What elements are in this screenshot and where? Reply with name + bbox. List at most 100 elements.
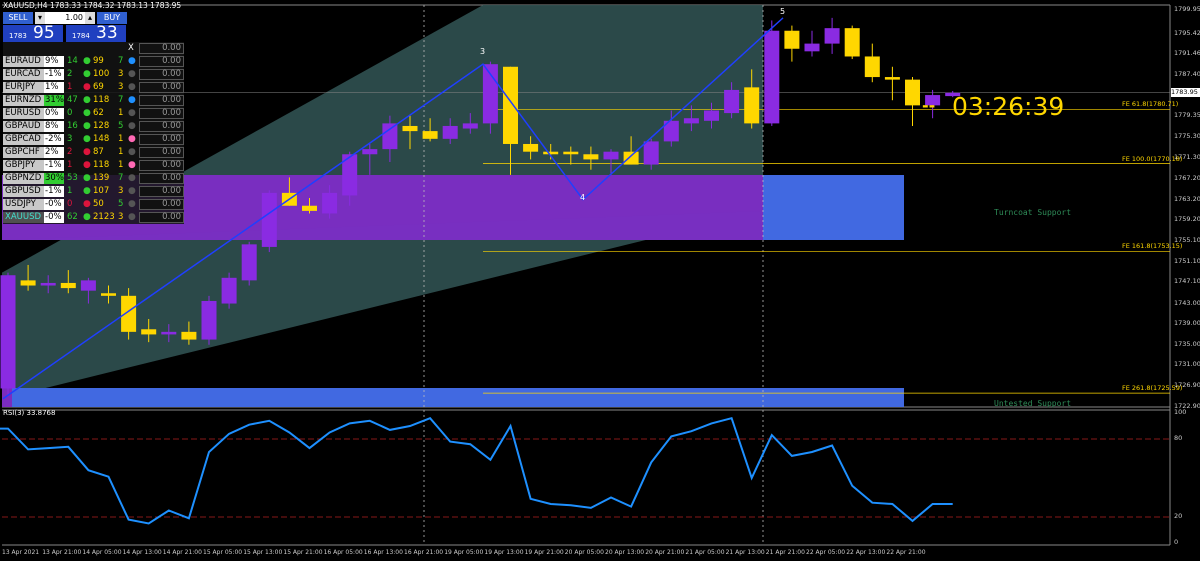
price-axis-label: 1751.10 xyxy=(1174,256,1200,265)
one-click-trading-panel: SELL ▾ 1.00 ▴ BUY 1783 95 1784 33 xyxy=(3,12,184,43)
lot-increase-button[interactable]: ▴ xyxy=(85,12,95,24)
status-dot-icon: ● xyxy=(128,199,136,209)
bear-candle xyxy=(623,151,639,165)
profit-value: 0.00 xyxy=(139,82,184,93)
symbol-row[interactable]: EURJPY 1% 1 ● 69 3 ● 0.00 xyxy=(3,81,184,94)
price-axis-label: 1767.20 xyxy=(1174,173,1200,182)
time-axis-label: 21 Apr 05:00 xyxy=(685,549,725,556)
bear-candle xyxy=(402,125,418,132)
symbol-value-b: 2123 xyxy=(93,212,115,222)
symbol-row[interactable]: GBPJPY -1% 1 ● 118 1 ● 0.00 xyxy=(3,159,184,172)
bear-candle xyxy=(884,77,900,80)
rsi-axis-label: 80 xyxy=(1174,434,1183,442)
bull-candle xyxy=(40,282,56,286)
rsi-axis-label: 100 xyxy=(1174,408,1187,416)
sell-button[interactable]: SELL xyxy=(3,12,33,24)
bull-candle xyxy=(241,244,257,281)
sell-price-big: 95 xyxy=(33,23,55,43)
symbol-value-c: 1 xyxy=(118,160,124,170)
symbol-row[interactable]: X 0.00 xyxy=(3,42,184,55)
wave-label: 5 xyxy=(780,7,786,16)
bear-candle xyxy=(744,87,760,124)
time-axis-label: 16 Apr 05:00 xyxy=(323,549,363,556)
symbol-row[interactable]: GBPUSD -1% 1 ● 107 3 ● 0.00 xyxy=(3,185,184,198)
symbol-value-b: 128 xyxy=(93,121,110,131)
bear-candle xyxy=(101,293,116,296)
symbol-value-a: 16 xyxy=(67,121,78,131)
symbol-strength-pct: -1% xyxy=(44,69,64,80)
turncoat-support-label: Turncoat Support xyxy=(994,208,1072,217)
time-axis-label: 15 Apr 05:00 xyxy=(203,549,243,556)
signal-dot-icon: ● xyxy=(83,82,91,92)
symbol-value-a: 3 xyxy=(67,134,73,144)
wave-label: 4 xyxy=(580,193,586,202)
symbol-value-c: 1 xyxy=(118,108,124,118)
symbol-name: GBPNZD xyxy=(3,173,44,184)
status-dot-icon: ● xyxy=(128,212,136,222)
price-axis-label: 1747.10 xyxy=(1174,277,1200,286)
time-axis-label: 22 Apr 13:00 xyxy=(846,549,886,556)
symbol-row[interactable]: GBPCHF 2% 2 ● 87 1 ● 0.00 xyxy=(3,146,184,159)
price-axis-label: 1787.40 xyxy=(1174,70,1200,78)
price-axis-label: 1763.20 xyxy=(1174,194,1200,203)
bull-candle xyxy=(603,151,619,160)
symbol-value-b: 118 xyxy=(93,160,110,170)
close-all-button[interactable]: X xyxy=(128,43,138,54)
symbol-strength-pct: 30% xyxy=(44,173,64,184)
symbol-value-c: 7 xyxy=(118,95,124,105)
symbol-strength-pct: -1% xyxy=(44,186,64,197)
symbol-row[interactable]: EURNZD 31% 47 ● 118 7 ● 0.00 xyxy=(3,94,184,107)
bear-candle xyxy=(121,295,137,332)
price-axis-label: 1731.00 xyxy=(1174,360,1200,369)
profit-value: 0.00 xyxy=(139,186,184,197)
symbol-row[interactable]: EURCAD -1% 2 ● 100 3 ● 0.00 xyxy=(3,68,184,81)
symbol-row[interactable]: GBPNZD 30% 53 ● 139 7 ● 0.00 xyxy=(3,172,184,185)
bear-candle xyxy=(302,205,317,211)
symbol-value-c: 3 xyxy=(118,82,124,92)
profit-value: 0.00 xyxy=(139,69,184,80)
symbol-name: GBPCAD xyxy=(3,134,44,145)
bull-candle xyxy=(704,110,719,121)
symbol-strength-pct: 1% xyxy=(44,82,64,93)
profit-value: 0.00 xyxy=(139,95,184,106)
bear-candle xyxy=(563,151,579,155)
symbol-value-c: 3 xyxy=(118,186,124,196)
status-dot-icon: ● xyxy=(128,69,136,79)
symbol-value-b: 118 xyxy=(93,95,110,105)
symbol-value-b: 139 xyxy=(93,173,110,183)
status-dot-icon: ● xyxy=(128,173,136,183)
time-axis-label: 19 Apr 21:00 xyxy=(524,549,564,556)
symbol-value-a: 47 xyxy=(67,95,78,105)
symbol-value-b: 50 xyxy=(93,199,104,209)
symbol-row[interactable]: EURUSD 0% 0 ● 62 1 ● 0.00 xyxy=(3,107,184,120)
symbol-value-a: 1 xyxy=(67,82,73,92)
status-dot-icon: ● xyxy=(128,147,136,157)
symbol-row[interactable]: USDJPY -0% 0 ● 50 5 ● 0.00 xyxy=(3,198,184,211)
time-axis-label: 14 Apr 05:00 xyxy=(82,549,122,556)
symbol-value-a: 2 xyxy=(67,69,73,79)
symbol-name: EURNZD xyxy=(3,95,44,106)
symbol-row[interactable]: EURAUD 9% 14 ● 99 7 ● 0.00 xyxy=(3,55,184,68)
buy-price-box[interactable]: 1784 33 xyxy=(66,23,126,43)
status-dot-icon: ● xyxy=(128,121,136,131)
untested-support-label: Untested Support xyxy=(994,399,1072,408)
symbol-row[interactable]: GBPAUD 8% 16 ● 128 5 ● 0.00 xyxy=(3,120,184,133)
price-axis-label: 1779.35 xyxy=(1174,111,1200,120)
symbol-name: GBPJPY xyxy=(3,160,44,171)
bull-candle xyxy=(804,43,820,52)
sell-price-box[interactable]: 1783 95 xyxy=(3,23,63,43)
price-axis-label: 1795.42 xyxy=(1174,28,1200,37)
bull-candle xyxy=(764,30,780,124)
symbol-row[interactable]: XAUUSD -0% 62 ● 2123 3 ● 0.00 xyxy=(3,211,184,224)
symbol-row[interactable]: GBPCAD -2% 3 ● 148 1 ● 0.00 xyxy=(3,133,184,146)
symbol-value-a: 1 xyxy=(67,160,73,170)
time-axis-label: 19 Apr 05:00 xyxy=(444,549,484,556)
time-axis-label: 19 Apr 13:00 xyxy=(484,549,524,556)
symbol-value-b: 69 xyxy=(93,82,104,92)
signal-dot-icon: ● xyxy=(83,186,91,196)
signal-dot-icon: ● xyxy=(83,147,91,157)
profit-value: 0.00 xyxy=(139,147,184,158)
bull-candle xyxy=(201,300,217,340)
time-axis-label: 16 Apr 13:00 xyxy=(363,549,403,556)
timer-marker: -- xyxy=(922,96,936,115)
